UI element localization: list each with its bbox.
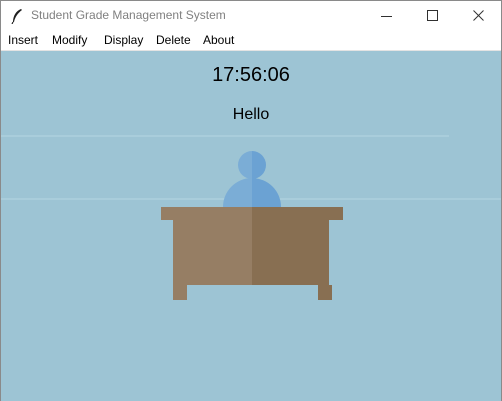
person-body-left	[223, 178, 252, 207]
divider-line	[1, 135, 449, 137]
desk-leg-right	[318, 285, 332, 300]
feather-icon	[11, 9, 22, 24]
main-canvas: 17:56:06 Hello	[1, 51, 501, 401]
person-head-left	[238, 151, 252, 179]
desk-body-left	[173, 220, 252, 285]
maximize-icon	[427, 10, 438, 21]
person-body-right	[252, 178, 281, 207]
greeting-label: Hello	[232, 106, 270, 123]
minimize-button[interactable]	[364, 1, 410, 31]
maximize-button[interactable]	[410, 1, 456, 31]
menu-delete[interactable]: Delete	[156, 33, 191, 47]
desk-top-left	[161, 207, 252, 220]
minimize-icon	[381, 16, 392, 17]
menu-display[interactable]: Display	[104, 33, 143, 47]
clock-label: 17:56:06	[212, 64, 290, 86]
menu-about[interactable]: About	[203, 33, 234, 47]
menu-bar: Insert Modify Display Delete About	[1, 31, 501, 51]
person-head-right	[252, 151, 266, 179]
desk-top-right	[252, 207, 343, 220]
title-bar[interactable]: Student Grade Management System	[1, 1, 501, 31]
menu-modify[interactable]: Modify	[52, 33, 87, 47]
desk-leg-left	[173, 285, 187, 300]
desk-body-right	[252, 220, 329, 285]
person-at-desk-illustration	[161, 151, 343, 300]
menu-insert[interactable]: Insert	[8, 33, 38, 47]
app-window: Student Grade Management System Insert M…	[0, 0, 502, 401]
window-title: Student Grade Management System	[31, 8, 226, 22]
close-icon	[473, 10, 484, 21]
close-button[interactable]	[456, 1, 502, 31]
